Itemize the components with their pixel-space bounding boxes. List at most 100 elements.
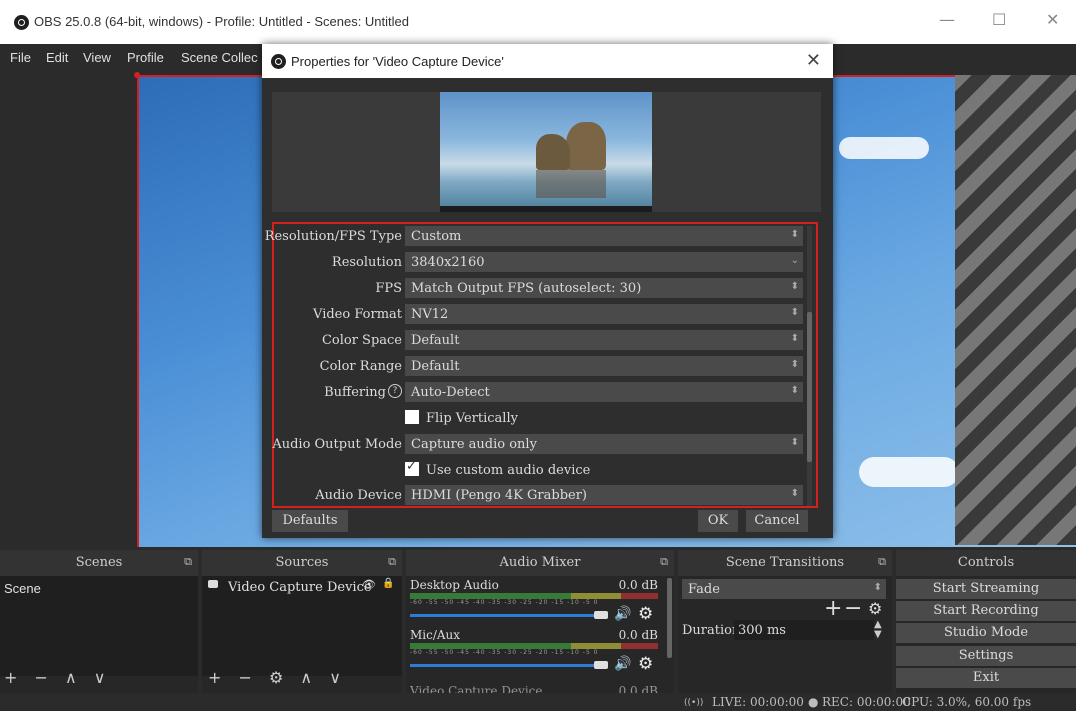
rec-status: REC: 00:00:00 [822, 695, 911, 709]
channel-db: 0.0 dB [618, 684, 658, 693]
scenes-toolbar[interactable]: + − ∧ ∨ [4, 668, 112, 687]
sources-list: Video Capture Device 👁 🔒 [202, 576, 402, 676]
audio-output-mode-select[interactable]: Capture audio only ⬍ [405, 434, 803, 454]
menu-scene-collection[interactable]: Scene Collec [181, 50, 258, 65]
obs-logo-icon [14, 15, 29, 30]
source-handle[interactable] [134, 72, 140, 78]
scene-item[interactable]: Scene [4, 581, 41, 596]
row-resolution: Resolution 3840x2160 ⌄ [274, 252, 816, 272]
popout-icon[interactable]: ⧉ [878, 555, 886, 569]
select-value: Default [411, 359, 460, 374]
updown-arrow-icon: ⬍ [873, 582, 882, 593]
select-value: HDMI (Pengo 4K Grabber) [411, 488, 588, 503]
dock-title: Scene Transitions [725, 555, 845, 570]
scene-transitions-dock-header: Scene Transitions ⧉ [678, 550, 892, 576]
close-window-icon[interactable]: ✕ [1046, 10, 1059, 29]
row-audio-output-mode: Audio Output Mode Capture audio only ⬍ [272, 434, 816, 454]
slider-handle[interactable] [594, 611, 608, 619]
gear-icon[interactable]: ⚙ [868, 599, 882, 618]
dock-title: Scenes [75, 555, 123, 570]
duration-input[interactable]: 300 ms [734, 620, 874, 640]
gear-icon[interactable]: ⚙ [638, 604, 653, 624]
channel-name: Video Capture Device [410, 684, 543, 693]
scrollbar-thumb[interactable] [807, 312, 812, 462]
audio-device-select[interactable]: HDMI (Pengo 4K Grabber) ⬍ [405, 485, 803, 505]
row-color-space: Color Space Default ⬍ [274, 330, 816, 350]
resolution-fps-type-select[interactable]: Custom ⬍ [405, 226, 803, 246]
start-recording-button[interactable]: Start Recording [896, 601, 1076, 621]
volume-slider[interactable] [410, 614, 600, 617]
add-transition-icon[interactable]: + [824, 596, 842, 621]
exit-button[interactable]: Exit [896, 668, 1076, 688]
select-value: Auto-Detect [411, 385, 490, 400]
spinner-icon[interactable]: ▲ ▼ [874, 620, 882, 640]
custom-audio-checkbox[interactable]: ✓ [405, 459, 419, 476]
buffering-select[interactable]: Auto-Detect ⬍ [405, 382, 803, 402]
updown-arrow-icon: ⬍ [790, 307, 799, 318]
minimize-icon[interactable]: — [939, 10, 955, 29]
dialog-title: Properties for 'Video Capture Device' [291, 54, 504, 69]
updown-arrow-icon: ⬍ [790, 437, 799, 448]
maximize-icon[interactable]: ☐ [992, 10, 1006, 29]
remove-transition-icon[interactable]: − [844, 596, 862, 621]
menu-edit[interactable]: Edit [46, 50, 68, 65]
properties-panel: Resolution/FPS Type Custom ⬍ Resolution 3… [265, 222, 818, 508]
fps-select[interactable]: Match Output FPS (autoselect: 30) ⬍ [405, 278, 803, 298]
help-icon[interactable]: ? [388, 384, 402, 398]
checkbox-label: Use custom audio device [426, 463, 591, 478]
color-space-select[interactable]: Default ⬍ [405, 330, 803, 350]
row-flip-vertically: Flip Vertically [274, 408, 816, 428]
scenes-list: Scene [0, 576, 198, 676]
video-format-select[interactable]: NV12 ⬍ [405, 304, 803, 324]
sources-dock-header: Sources ⧉ [202, 550, 402, 576]
ok-button[interactable]: OK [698, 510, 738, 532]
gear-icon[interactable]: ⚙ [638, 654, 653, 674]
field-label: Audio Device [315, 488, 402, 503]
preview-margin [0, 72, 137, 545]
color-range-select[interactable]: Default ⬍ [405, 356, 803, 376]
settings-button[interactable]: Settings [896, 646, 1076, 666]
select-value: Custom [411, 229, 462, 244]
live-indicator-icon: ((•)) [684, 698, 704, 708]
start-streaming-button[interactable]: Start Streaming [896, 579, 1076, 599]
lock-icon[interactable]: 🔒 [382, 578, 394, 589]
rec-indicator-icon: ● [808, 695, 819, 709]
channel-db: 0.0 dB [618, 578, 658, 592]
rock-shape [566, 122, 606, 170]
speaker-icon[interactable]: 🔊 [614, 656, 631, 672]
audio-mixer-dock-header: Audio Mixer ⧉ [406, 550, 674, 576]
updown-arrow-icon: ⬍ [790, 488, 799, 499]
popout-icon[interactable]: ⧉ [388, 555, 396, 569]
capture-preview-image [440, 92, 652, 212]
close-icon[interactable]: ✕ [806, 50, 821, 71]
window-titlebar: OBS 25.0.8 (64-bit, windows) - Profile: … [0, 0, 1076, 44]
preview-cloud [839, 137, 929, 159]
resolution-select[interactable]: 3840x2160 ⌄ [405, 252, 803, 272]
mixer-scrollbar[interactable] [667, 578, 672, 658]
properties-scrollbar[interactable] [807, 226, 812, 506]
sources-toolbar[interactable]: + − ⚙ ∧ ∨ [208, 668, 347, 687]
row-resolution-fps-type: Resolution/FPS Type Custom ⬍ [265, 226, 816, 246]
checkmark-icon: ✓ [406, 459, 417, 474]
source-item[interactable]: Video Capture Device 👁 🔒 [202, 576, 402, 598]
cancel-button[interactable]: Cancel [746, 510, 808, 532]
field-label: Color Space [321, 333, 402, 348]
scenes-dock-header: Scenes ⧉ [0, 550, 198, 576]
field-label: Buffering [324, 385, 386, 400]
popout-icon[interactable]: ⧉ [660, 555, 668, 569]
updown-arrow-icon: ⬍ [790, 281, 799, 292]
slider-handle[interactable] [594, 661, 608, 669]
duration-label: Duration [682, 623, 741, 638]
select-value: Capture audio only [411, 437, 537, 452]
dock-title: Controls [957, 555, 1015, 570]
popout-icon[interactable]: ⧉ [184, 555, 192, 569]
menu-view[interactable]: View [83, 50, 111, 65]
menu-file[interactable]: File [10, 50, 31, 65]
speaker-icon[interactable]: 🔊 [614, 606, 631, 622]
eye-icon[interactable]: 👁 [362, 578, 376, 591]
defaults-button[interactable]: Defaults [272, 510, 348, 532]
flip-vertically-checkbox[interactable] [405, 410, 419, 424]
menu-profile[interactable]: Profile [127, 50, 164, 65]
volume-slider[interactable] [410, 664, 600, 667]
studio-mode-button[interactable]: Studio Mode [896, 623, 1076, 643]
